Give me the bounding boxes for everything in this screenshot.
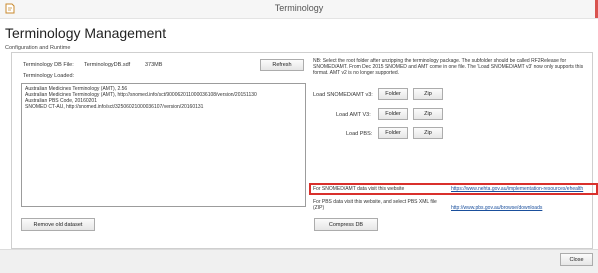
page-title: Terminology Management [5, 25, 167, 41]
window-titlebar: Terminology [0, 0, 598, 19]
load-snomed-zip-button[interactable]: Zip [413, 88, 443, 100]
remove-old-dataset-button[interactable]: Remove old dataset [21, 218, 95, 231]
close-button[interactable]: Close [560, 253, 593, 266]
load-amt-zip-button[interactable]: Zip [413, 108, 443, 120]
snomed-website-link[interactable]: https://www.nehta.gov.au/implementation-… [451, 186, 583, 192]
footer-bar [0, 249, 598, 273]
snomed-info-text: For SNOMED/AMT data visit this website [313, 186, 405, 192]
list-item[interactable]: SNOMED CT-AU, http://snomed.info/sct/325… [25, 104, 302, 110]
pbs-info-text: For PBS data visit this website, and sel… [313, 199, 437, 211]
pbs-website-link[interactable]: http://www.pbs.gov.au/browse/downloads [451, 205, 542, 211]
load-pbs-folder-button[interactable]: Folder [378, 127, 408, 139]
section-label: Configuration and Runtime [5, 45, 71, 51]
load-pbs-label: Load PBS: [346, 131, 373, 137]
loaded-terminology-list[interactable]: Australian Medicines Terminology (AMT), … [21, 83, 306, 207]
instructions-note: NB: Select the root folder after unzippi… [313, 58, 584, 76]
db-file-label: Terminology DB File: [23, 62, 74, 68]
db-file-name: TerminologyDB.sdf [84, 62, 131, 68]
load-snomed-amt-label: Load SNOMED/AMT v3: [313, 92, 373, 98]
load-snomed-folder-button[interactable]: Folder [378, 88, 408, 100]
load-amt-v3-label: Load AMT V3: [336, 112, 371, 118]
db-file-size: 373MB [145, 62, 163, 68]
load-amt-folder-button[interactable]: Folder [378, 108, 408, 120]
load-pbs-zip-button[interactable]: Zip [413, 127, 443, 139]
terminology-loaded-label: Terminology Loaded: [23, 73, 75, 79]
window-title: Terminology [274, 3, 324, 13]
compress-db-button[interactable]: Compress DB [314, 218, 378, 231]
refresh-button[interactable]: Refresh [260, 59, 304, 71]
